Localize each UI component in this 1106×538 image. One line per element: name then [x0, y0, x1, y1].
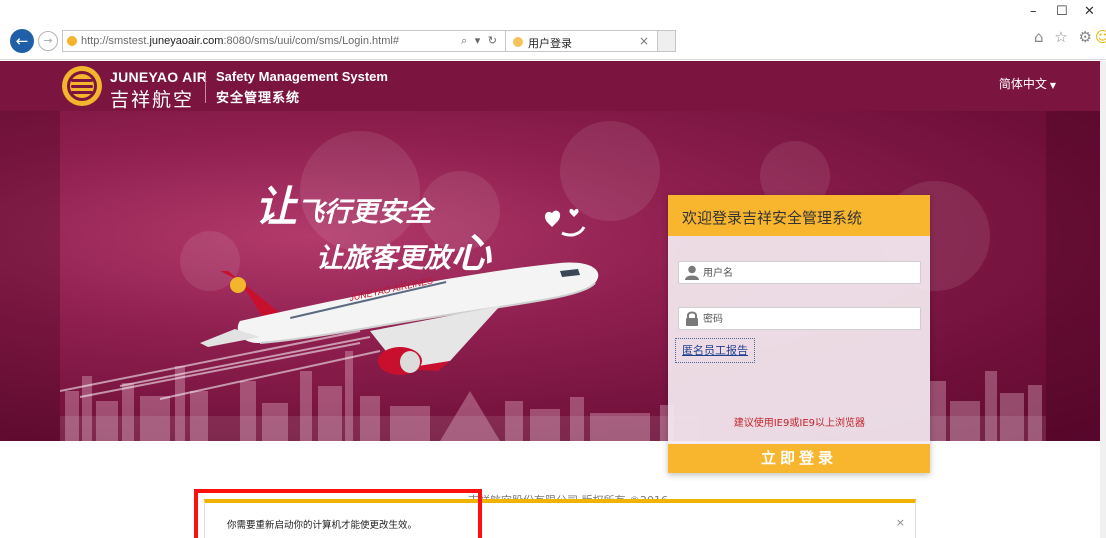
site-header: JUNEYAO AIR 吉祥航空 Safety Management Syste…: [0, 61, 1106, 111]
system-name-cn: 安全管理系统: [216, 91, 301, 106]
brand-name-en: JUNEYAO AIR: [110, 69, 208, 85]
language-selector[interactable]: 简体中文 ▼: [999, 75, 1056, 92]
slogan-line-2: 让旅客更放心: [316, 221, 491, 279]
login-panel: 欢迎登录吉祥安全管理系统 匿名员工报告 建议使用IE9或IE9以上浏览器 立即登…: [668, 195, 930, 473]
tab-favicon-icon: [513, 37, 523, 47]
browser-tip: 建议使用IE9或IE9以上浏览器: [733, 418, 865, 429]
system-name-en: Safety Management System: [216, 69, 388, 84]
chevron-down-icon: ▼: [1049, 81, 1056, 90]
url-suffix: :8080/sms/uui/com/sms/Login.html#: [223, 35, 399, 47]
forward-button[interactable]: →: [38, 31, 58, 51]
browser-window: ← → http://smstest.juneyaoair.com:8080/s…: [0, 0, 1106, 538]
hearts-icon: [545, 208, 586, 237]
feedback-smile-icon[interactable]: ☺: [1095, 28, 1106, 46]
login-title: 欢迎登录吉祥安全管理系统: [682, 209, 863, 227]
slogan2-start: 让旅客更放: [316, 243, 451, 274]
slogan1-big: 让: [255, 182, 298, 231]
username-input[interactable]: [703, 264, 913, 282]
window-controls: – ☐ ✕: [1000, 4, 1100, 24]
username-field[interactable]: [678, 261, 921, 284]
minimize-button[interactable]: –: [1030, 4, 1037, 19]
tab-title: 用户登录: [528, 37, 572, 50]
arrow-right-icon: →: [43, 34, 53, 47]
juneyao-logo-icon: [62, 66, 102, 106]
password-field[interactable]: [678, 307, 921, 330]
site-icon: [67, 36, 77, 46]
header-divider: [205, 71, 206, 103]
login-header: 欢迎登录吉祥安全管理系统: [668, 195, 930, 236]
address-bar[interactable]: http://smstest.juneyaoair.com:8080/sms/u…: [62, 30, 506, 52]
brand-name-cn: 吉祥航空: [110, 89, 195, 111]
scrollbar[interactable]: [1100, 61, 1106, 538]
language-label: 简体中文: [998, 77, 1047, 91]
hero-banner: JUNEYAO AIRLINES 让飞行更安全 让旅客更放心: [0, 111, 1106, 441]
lock-icon: [686, 311, 698, 326]
close-window-button[interactable]: ✕: [1084, 4, 1095, 19]
tab-login[interactable]: 用户登录 ×: [506, 30, 658, 52]
new-tab-button[interactable]: [658, 30, 676, 52]
user-icon: [685, 265, 699, 280]
highlight-box: [194, 489, 482, 538]
search-refresh-icons[interactable]: ⌕ ▾ ↻: [461, 34, 499, 48]
browser-toolbar-icons[interactable]: ⌂ ☆ ⚙☺: [1034, 28, 1106, 48]
url-domain: juneyaoair.com: [149, 35, 224, 47]
tab-close-icon[interactable]: ×: [639, 34, 649, 48]
back-button[interactable]: ←: [10, 29, 34, 53]
slogan2-big: 心: [451, 230, 491, 277]
password-input[interactable]: [703, 310, 913, 328]
anonymous-report-link[interactable]: 匿名员工报告: [675, 338, 755, 363]
notification-close-icon[interactable]: ×: [896, 516, 905, 529]
url-text[interactable]: http://smstest.juneyaoair.com:8080/sms/u…: [81, 35, 399, 47]
url-prefix: http://smstest.: [81, 35, 150, 47]
login-button[interactable]: 立即登录: [668, 444, 930, 473]
browser-chrome: ← → http://smstest.juneyaoair.com:8080/s…: [0, 0, 1106, 60]
arrow-left-icon: ←: [15, 32, 29, 50]
home-star-gear-icons[interactable]: ⌂ ☆ ⚙: [1034, 28, 1095, 46]
maximize-button[interactable]: ☐: [1056, 4, 1068, 19]
